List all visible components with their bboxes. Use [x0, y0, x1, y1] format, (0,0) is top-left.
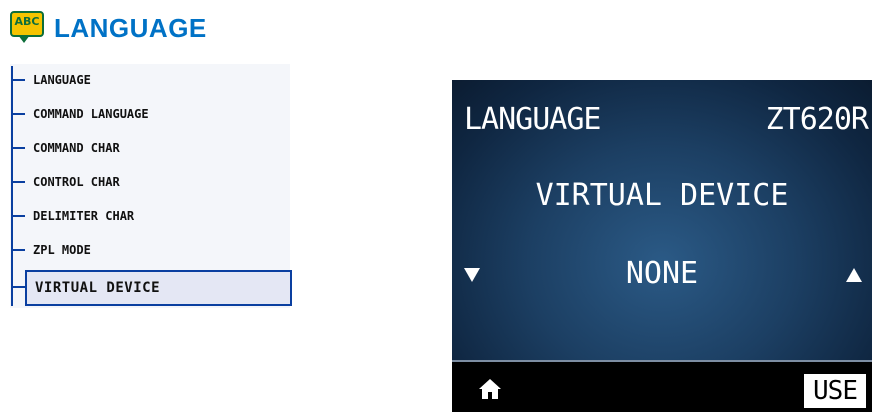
- page-header: ABC LANGUAGE: [10, 8, 207, 48]
- setting-value: NONE: [625, 256, 699, 291]
- menu-item-virtual-device[interactable]: VIRTUAL DEVICE: [11, 270, 292, 306]
- menu-item-label: COMMAND LANGUAGE: [33, 107, 149, 121]
- printer-display-screen: LANGUAGE ZT620R VIRTUAL DEVICE NONE USE: [452, 80, 872, 412]
- language-icon-text: ABC: [14, 15, 40, 28]
- printer-model: ZT620R: [765, 102, 869, 137]
- menu-item-label: DELIMITER CHAR: [33, 209, 135, 223]
- screen-footer: USE: [452, 360, 872, 412]
- menu-item-control-char[interactable]: CONTROL CHAR: [11, 172, 120, 192]
- menu-item-label: COMMAND CHAR: [33, 141, 120, 155]
- menu-item-zpl-mode[interactable]: ZPL MODE: [11, 240, 91, 260]
- menu-item-delimiter-char[interactable]: DELIMITER CHAR: [11, 206, 134, 226]
- menu-item-label: CONTROL CHAR: [33, 175, 120, 189]
- menu-item-label: LANGUAGE: [33, 73, 91, 87]
- page-title: LANGUAGE: [54, 12, 207, 43]
- setting-name: VIRTUAL DEVICE: [535, 178, 789, 213]
- menu-item-label: VIRTUAL DEVICE: [35, 280, 161, 296]
- home-icon[interactable]: [478, 378, 502, 400]
- menu-item-command-char[interactable]: COMMAND CHAR: [11, 138, 120, 158]
- menu-item-command-language[interactable]: COMMAND LANGUAGE: [11, 104, 149, 124]
- scroll-up-arrow-icon[interactable]: [846, 268, 862, 282]
- screen-title: LANGUAGE: [464, 102, 601, 137]
- use-button[interactable]: USE: [804, 374, 866, 408]
- menu-item-label: ZPL MODE: [33, 243, 91, 257]
- language-abc-icon: ABC: [10, 11, 44, 45]
- menu-item-language[interactable]: LANGUAGE: [11, 70, 91, 90]
